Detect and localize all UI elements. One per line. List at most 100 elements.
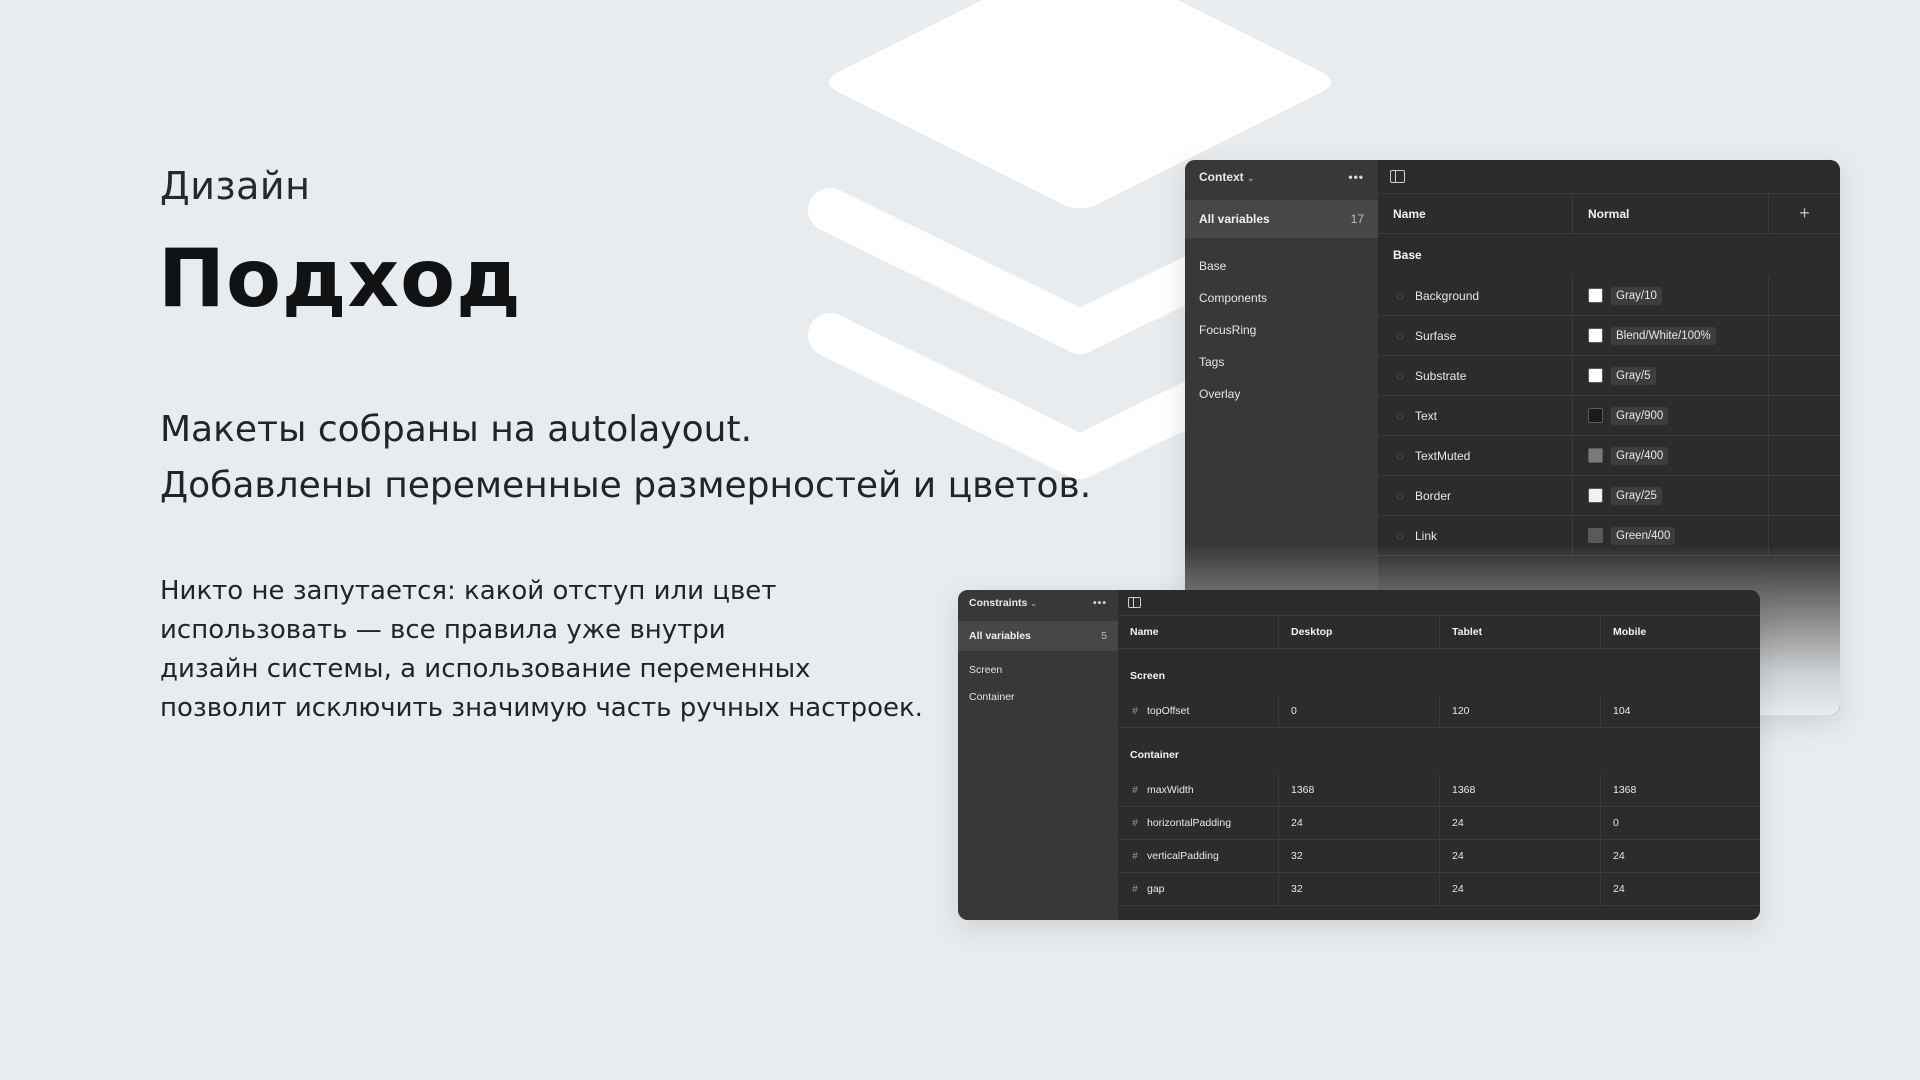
- color-swatch: [1588, 488, 1603, 503]
- color-variable-icon: ◌: [1396, 328, 1404, 343]
- variable-value[interactable]: Gray/25: [1611, 486, 1662, 505]
- table-row[interactable]: # topOffset 0 120 104: [1118, 695, 1760, 728]
- group-item[interactable]: Base: [1185, 250, 1378, 282]
- variable-value[interactable]: 32: [1279, 873, 1440, 905]
- table-row[interactable]: ◌ Border Gray/25: [1378, 476, 1840, 516]
- color-variable-icon: ◌: [1396, 408, 1404, 423]
- variable-value[interactable]: Green/400: [1611, 526, 1676, 545]
- color-variable-icon: ◌: [1396, 368, 1404, 383]
- variable-name: gap: [1147, 883, 1165, 895]
- collections-sidebar: Constraints ⌄ ••• All variables 5 Screen…: [958, 590, 1118, 920]
- lead-line: Добавлены переменные размерностей и цвет…: [160, 465, 1092, 506]
- variable-value[interactable]: 1368: [1279, 774, 1440, 806]
- color-swatch: [1588, 528, 1603, 543]
- size-variables-panel: Constraints ⌄ ••• All variables 5 Screen…: [958, 590, 1760, 920]
- column-header-mode: Normal: [1573, 194, 1769, 233]
- sidebar-toggle-icon[interactable]: [1390, 170, 1405, 183]
- color-swatch: [1588, 408, 1603, 423]
- variable-value[interactable]: 120: [1440, 695, 1601, 727]
- column-header-tablet: Tablet: [1440, 616, 1601, 648]
- table-row[interactable]: ◌ Substrate Gray/5: [1378, 356, 1840, 396]
- variable-value[interactable]: Gray/400: [1611, 446, 1669, 465]
- variable-value[interactable]: Blend/White/100%: [1611, 326, 1716, 345]
- variable-value[interactable]: 1368: [1440, 774, 1601, 806]
- group-item[interactable]: Container: [958, 684, 1118, 711]
- all-variables-label: All variables: [969, 630, 1031, 642]
- table-row[interactable]: # horizontalPadding 24 24 0: [1118, 807, 1760, 840]
- group-item[interactable]: FocusRing: [1185, 314, 1378, 346]
- table-row[interactable]: # verticalPadding 32 24 24: [1118, 840, 1760, 873]
- variable-value[interactable]: Gray/5: [1611, 366, 1656, 385]
- all-variables-label: All variables: [1199, 212, 1270, 226]
- variable-value[interactable]: 104: [1601, 695, 1760, 727]
- sidebar-toggle-icon[interactable]: [1128, 597, 1141, 608]
- variable-value[interactable]: Gray/900: [1611, 406, 1669, 425]
- group-title: Screen: [1130, 670, 1166, 682]
- table-row[interactable]: # maxWidth 1368 1368 1368: [1118, 774, 1760, 807]
- body-line: использовать — все правила уже внутри: [160, 615, 726, 645]
- add-mode-button[interactable]: +: [1769, 194, 1840, 233]
- group-item[interactable]: Overlay: [1185, 378, 1378, 410]
- slide-eyebrow: Дизайн: [160, 164, 311, 208]
- table-row[interactable]: ◌ Text Gray/900: [1378, 396, 1840, 436]
- variable-value[interactable]: 32: [1279, 840, 1440, 872]
- number-variable-icon: #: [1132, 883, 1138, 895]
- variable-name: topOffset: [1147, 705, 1190, 717]
- color-variable-icon: ◌: [1396, 528, 1404, 543]
- body-line: позволит исключить значимую часть ручных…: [160, 693, 923, 723]
- column-header-name: Name: [1378, 194, 1573, 233]
- collection-selector[interactable]: Context ⌄ •••: [1185, 160, 1378, 194]
- group-title: Base: [1393, 248, 1422, 262]
- all-variables-item[interactable]: All variables 17: [1185, 200, 1378, 238]
- color-swatch: [1588, 448, 1603, 463]
- color-swatch: [1588, 368, 1603, 383]
- variable-value[interactable]: 24: [1279, 807, 1440, 839]
- variables-table: Name Desktop Tablet Mobile Screen # topOf…: [1118, 590, 1760, 920]
- variable-name: Border: [1415, 488, 1452, 503]
- variable-value[interactable]: 1368: [1601, 774, 1760, 806]
- variable-name: Surfase: [1415, 328, 1457, 343]
- color-variable-icon: ◌: [1396, 488, 1404, 503]
- table-header: Name Normal +: [1378, 194, 1840, 234]
- variable-value[interactable]: Gray/10: [1611, 286, 1662, 305]
- body-line: дизайн системы, а использование переменн…: [160, 654, 811, 684]
- group-list: Screen Container: [958, 651, 1118, 711]
- body-text: Никто не запутается: какой отступ или цв…: [160, 572, 923, 728]
- variable-value[interactable]: 24: [1601, 840, 1760, 872]
- color-variable-icon: ◌: [1396, 448, 1404, 463]
- variable-name: TextMuted: [1415, 448, 1471, 463]
- slide-title: Подход: [158, 232, 522, 325]
- group-item[interactable]: Tags: [1185, 346, 1378, 378]
- variable-value[interactable]: 0: [1279, 695, 1440, 727]
- column-header-desktop: Desktop: [1279, 616, 1440, 648]
- table-header: Name Desktop Tablet Mobile: [1118, 616, 1760, 649]
- number-variable-icon: #: [1132, 705, 1138, 717]
- variable-name: verticalPadding: [1147, 850, 1219, 862]
- lead-text: Макеты собраны на autolayout. Добавлены …: [160, 402, 1120, 514]
- number-variable-icon: #: [1132, 850, 1138, 862]
- variable-value[interactable]: 0: [1601, 807, 1760, 839]
- collection-name: Constraints: [969, 597, 1028, 609]
- more-dots-icon[interactable]: •••: [1348, 170, 1364, 184]
- variable-name: maxWidth: [1147, 784, 1194, 796]
- more-dots-icon[interactable]: •••: [1093, 597, 1107, 609]
- chevron-down-icon: ⌄: [1247, 173, 1255, 183]
- variable-value[interactable]: 24: [1440, 807, 1601, 839]
- all-variables-item[interactable]: All variables 5: [958, 621, 1118, 651]
- table-row[interactable]: # gap 32 24 24: [1118, 873, 1760, 906]
- column-header-mobile: Mobile: [1613, 626, 1647, 638]
- variable-name: Background: [1415, 288, 1480, 303]
- variable-value[interactable]: 24: [1440, 840, 1601, 872]
- collection-selector[interactable]: Constraints ⌄ •••: [958, 590, 1118, 616]
- variable-value[interactable]: 24: [1440, 873, 1601, 905]
- variable-value[interactable]: 24: [1601, 873, 1760, 905]
- group-list: Base Components FocusRing Tags Overlay: [1185, 238, 1378, 410]
- table-row[interactable]: ◌ Surfase Blend/White/100%: [1378, 316, 1840, 356]
- body-line: Никто не запутается: какой отступ или цв…: [160, 576, 777, 606]
- group-item[interactable]: Screen: [958, 657, 1118, 684]
- number-variable-icon: #: [1132, 784, 1138, 796]
- table-row[interactable]: ◌ Background Gray/10: [1378, 276, 1840, 316]
- color-variable-icon: ◌: [1396, 288, 1404, 303]
- table-row[interactable]: ◌ TextMuted Gray/400: [1378, 436, 1840, 476]
- group-item[interactable]: Components: [1185, 282, 1378, 314]
